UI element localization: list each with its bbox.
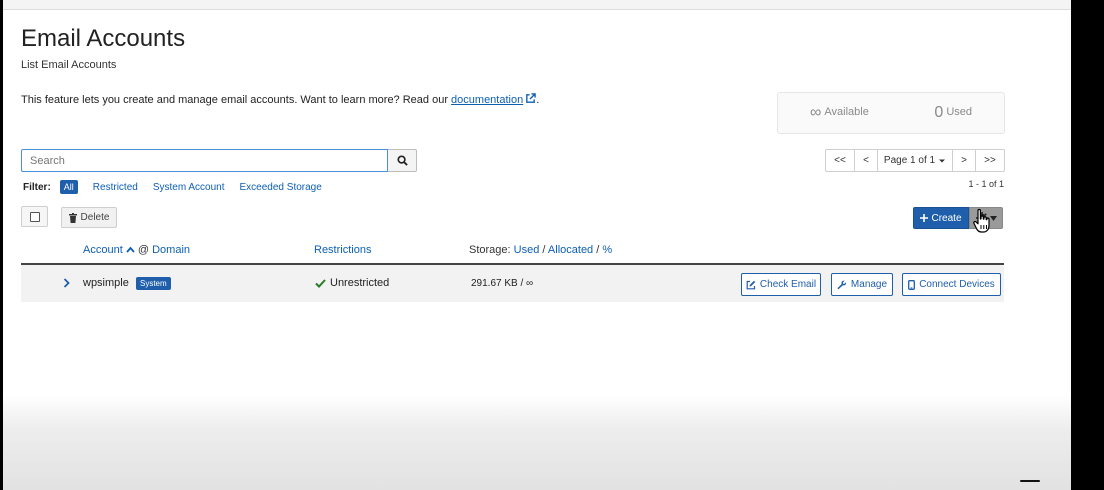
documentation-link[interactable]: documentation <box>451 94 523 106</box>
infinity-symbol: ∞ <box>810 104 822 121</box>
create-button[interactable]: Create <box>913 207 969 229</box>
check-email-label: Check Email <box>759 279 817 290</box>
top-bar <box>3 0 1071 10</box>
delete-label: Delete <box>80 212 110 223</box>
storage-value: 291.67 KB / ∞ <box>471 278 534 289</box>
chevron-right-icon <box>63 278 70 288</box>
restriction-status: Unrestricted <box>315 277 389 289</box>
page-subtitle: List Email Accounts <box>21 59 117 71</box>
pagination: << < Page 1 of 1 > >> <box>825 149 1005 172</box>
used-value: 0 <box>934 104 944 121</box>
hand-cursor-icon <box>973 208 990 233</box>
used-label: Used <box>946 106 972 118</box>
account-name: wpsimple <box>83 277 129 289</box>
prev-page-button[interactable]: < <box>854 149 878 172</box>
connect-devices-button[interactable]: Connect Devices <box>902 273 1001 296</box>
external-link-icon[interactable] <box>525 93 536 104</box>
checkbox-box <box>29 211 40 222</box>
storage-prefix: Storage: <box>469 244 511 256</box>
page-title: Email Accounts <box>21 25 186 52</box>
intro-text: This feature lets you create and manage … <box>21 93 539 106</box>
sort-up-icon[interactable] <box>126 246 135 253</box>
intro-end: . <box>536 94 540 106</box>
filter-restricted[interactable]: Restricted <box>93 182 138 193</box>
plus-icon <box>920 214 929 222</box>
check-icon <box>315 278 326 288</box>
search-button[interactable] <box>388 149 417 172</box>
select-all-checkbox[interactable] <box>21 206 48 227</box>
result-range: 1 - 1 of 1 <box>968 179 1004 189</box>
first-page-button[interactable]: << <box>825 149 855 172</box>
filter-all[interactable]: All <box>59 180 78 194</box>
pencil-square-icon <box>746 280 756 289</box>
header-restrictions: Restrictions <box>314 244 371 256</box>
manage-label: Manage <box>850 279 888 290</box>
search-bar <box>21 149 417 172</box>
available-stat: ∞ Available <box>810 104 869 122</box>
filter-bar: Filter: All Restricted System Account Ex… <box>23 180 322 194</box>
page-label: Page 1 of 1 <box>883 155 936 166</box>
available-label: Available <box>824 106 869 118</box>
sort-used-link[interactable]: Used <box>514 244 540 256</box>
next-page-button[interactable]: > <box>952 149 976 172</box>
restriction-label: Unrestricted <box>330 277 390 289</box>
sort-allocated-link[interactable]: Allocated <box>548 244 593 256</box>
system-badge: System <box>136 277 171 290</box>
storage-sep-1: / <box>542 244 546 256</box>
intro-description: This feature lets you create and manage … <box>21 94 452 106</box>
sort-domain-link[interactable]: Domain <box>152 244 190 256</box>
used-stat: 0 Used <box>934 104 972 122</box>
filter-exceeded-storage[interactable]: Exceeded Storage <box>240 182 322 193</box>
table-row: wpsimple System Unrestricted 291.67 KB /… <box>21 265 1004 302</box>
expand-row-button[interactable] <box>61 276 71 290</box>
check-email-button[interactable]: Check Email <box>741 273 821 296</box>
create-label: Create <box>931 212 962 224</box>
sort-percent-link[interactable]: % <box>602 244 612 256</box>
manage-button[interactable]: Manage <box>831 273 893 296</box>
header-at: @ <box>137 244 150 256</box>
filter-label: Filter: <box>23 181 51 193</box>
storage-sep-2: / <box>596 244 600 256</box>
header-storage: Storage: Used / Allocated / % <box>469 244 612 256</box>
search-input[interactable] <box>21 149 388 172</box>
wrench-icon <box>837 280 847 289</box>
delete-button[interactable]: Delete <box>61 207 117 228</box>
page-select[interactable]: Page 1 of 1 <box>877 149 953 172</box>
connect-devices-label: Connect Devices <box>919 279 995 290</box>
filter-system-account[interactable]: System Account <box>153 182 225 193</box>
search-icon <box>396 155 408 166</box>
trash-icon <box>68 212 77 223</box>
chevron-down-icon <box>939 159 946 162</box>
page: Email Accounts List Email Accounts This … <box>3 0 1071 490</box>
mobile-icon <box>908 279 916 290</box>
sort-account-link[interactable]: Account <box>83 244 123 256</box>
sort-restrictions-link[interactable]: Restrictions <box>314 244 371 256</box>
stray-mark <box>1020 480 1040 482</box>
last-page-button[interactable]: >> <box>975 149 1005 172</box>
header-account: Account @ Domain <box>83 244 190 256</box>
stats-panel: ∞ Available 0 Used <box>777 92 1005 134</box>
